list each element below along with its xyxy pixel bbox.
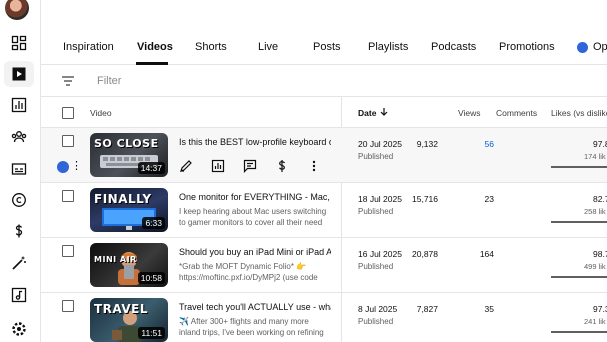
audio-library-icon[interactable] [4,282,34,308]
thumbnail-text: TRAVEL [94,302,149,316]
thumbnail-text: SO CLOSE [94,137,159,150]
video-thumbnail[interactable]: FINALLY 6:33 [90,188,168,232]
video-thumbnail[interactable]: MINI AIR 10:58 [90,243,168,287]
more-vert-icon[interactable]: ⋮ [71,159,82,172]
copyright-icon[interactable] [4,187,34,213]
video-description: ✈️ After 300+ flights and many more inla… [179,317,324,337]
video-status: Published [358,262,394,271]
video-likes-percent: 97.8 [593,139,607,149]
video-title[interactable]: One monitor for EVERYTHING - Mac, P [179,192,331,202]
video-title[interactable]: Should you buy an iPad Mini or iPad Ai [179,247,331,257]
video-date: 18 Jul 2025 [358,194,402,204]
likes-ratio-bar [551,166,607,168]
column-video: Video [90,108,112,118]
optimize-badge-icon [57,161,69,173]
edit-icon[interactable] [177,157,195,175]
video-likes-count: 499 lik [584,262,606,271]
video-comments[interactable]: 35 [485,304,494,314]
studio-content-page: Inspiration Videos Shorts Live Posts Pla… [0,0,607,342]
column-comments[interactable]: Comments [496,108,537,118]
video-title[interactable]: Is this the BEST low-profile keyboard o [179,137,331,147]
video-status: Published [358,207,394,216]
column-likes[interactable]: Likes (vs dislike [551,108,607,118]
video-likes-count: 174 lik [584,152,606,161]
sort-down-icon[interactable] [379,107,389,117]
row-actions [177,157,323,175]
video-duration: 10:58 [137,272,165,284]
customization-icon[interactable] [4,250,34,276]
table-header: Video Date Views Comments Likes (vs disl… [41,97,607,128]
video-views: 9,132 [416,139,438,149]
more-vert-icon[interactable] [305,157,323,175]
video-likes-percent: 98.7 [593,249,607,259]
active-tab-indicator [136,62,168,65]
video-likes-count: 241 lik [584,317,606,326]
video-date: 8 Jul 2025 [358,304,398,314]
tab-posts[interactable]: Posts [313,41,341,53]
video-comments[interactable]: 56 [485,139,494,149]
row-checkbox[interactable] [62,190,74,202]
column-date[interactable]: Date [358,108,376,118]
video-views: 15,716 [412,194,438,204]
filter-icon[interactable] [61,74,75,88]
analytics-icon[interactable] [209,157,227,175]
select-all-checkbox[interactable] [62,107,74,119]
video-likes-percent: 82.7 [593,194,607,204]
row-checkbox[interactable] [62,300,74,312]
settings-icon[interactable] [4,316,34,342]
tab-inspiration[interactable]: Inspiration [63,41,114,53]
video-duration: 11:51 [138,327,165,339]
video-likes-count: 258 lik [584,207,606,216]
analytics-icon[interactable] [4,92,34,118]
video-comments[interactable]: 23 [485,194,494,204]
table-row[interactable]: MINI AIR 10:58 Should you buy an iPad Mi… [41,238,607,293]
filter-bar: Filter [41,66,607,97]
tab-promotions[interactable]: Promotions [499,41,555,53]
video-status: Published [358,152,394,161]
video-status: Published [358,317,394,326]
likes-ratio-bar [551,221,607,223]
table-row[interactable]: FINALLY 6:33 One monitor for EVERYTHING … [41,183,607,238]
row-checkbox[interactable] [62,245,74,257]
monetization-icon[interactable] [273,157,291,175]
likes-ratio-bar [551,276,607,278]
channel-avatar[interactable] [5,0,29,20]
row-checkbox[interactable] [62,135,74,147]
tab-podcasts[interactable]: Podcasts [431,41,476,53]
column-views[interactable]: Views [458,108,481,118]
optimize-badge-icon [577,42,588,53]
video-views: 20,878 [412,249,438,259]
left-nav-rail [0,0,41,342]
thumbnail-text: FINALLY [94,192,152,206]
community-icon[interactable] [4,124,34,150]
video-title[interactable]: Travel tech you'll ACTUALLY use - wha [179,302,331,312]
tab-live[interactable]: Live [258,41,278,53]
table-row[interactable]: TRAVEL 11:51 Travel tech you'll ACTUALLY… [41,293,607,342]
video-description: *Grab the MOFT Dynamic Folio* 👉 https://… [179,262,318,282]
tab-playlists[interactable]: Playlists [368,41,408,53]
comments-icon[interactable] [241,157,259,175]
video-date: 20 Jul 2025 [358,139,402,149]
content-tabs: Inspiration Videos Shorts Live Posts Pla… [41,0,607,65]
video-date: 16 Jul 2025 [358,249,402,259]
tab-videos[interactable]: Videos [137,41,173,53]
content-icon[interactable] [4,61,34,87]
thumbnail-text: MINI AIR [94,255,137,264]
video-description: I keep hearing about Mac users switching… [179,207,327,227]
video-views: 7,827 [416,304,438,314]
subtitles-icon[interactable] [4,156,34,182]
earn-icon[interactable] [4,218,34,244]
video-duration: 6:33 [142,217,165,229]
tab-optimize[interactable]: Opt [593,41,607,53]
video-thumbnail[interactable]: SO CLOSE 14:37 [90,133,168,177]
video-thumbnail[interactable]: TRAVEL 11:51 [90,298,168,342]
dashboard-icon[interactable] [4,30,34,56]
likes-ratio-bar [551,331,607,333]
filter-input[interactable]: Filter [97,75,121,87]
video-duration: 14:37 [137,162,165,174]
table-row[interactable]: ⋮ SO CLOSE 14:37 Is this the BEST low-pr… [41,128,607,183]
video-comments[interactable]: 164 [480,249,494,259]
video-likes-percent: 97.3 [593,304,607,314]
tab-shorts[interactable]: Shorts [195,41,227,53]
